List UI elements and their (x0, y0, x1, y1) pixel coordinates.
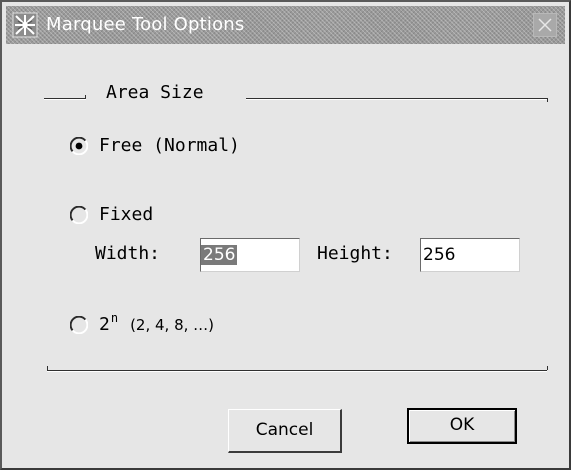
marquee-tool-icon (12, 12, 38, 38)
group-border-tick (85, 95, 86, 99)
width-input-value: 256 (201, 245, 238, 265)
group-border-tick (547, 98, 548, 102)
height-input-value: 256 (423, 245, 456, 265)
title-bar[interactable]: Marquee Tool Options (6, 6, 565, 44)
ok-button[interactable]: OK (407, 408, 517, 444)
radio-unselected-icon (70, 315, 88, 334)
group-border-tick (547, 366, 548, 370)
window-title: Marquee Tool Options (46, 14, 245, 35)
radio-power-of-two-label: 2n (2, 4, 8, …) (99, 311, 215, 335)
radio-selected-icon (70, 136, 88, 155)
radio-unselected-icon (70, 205, 88, 224)
width-label: Width: (95, 243, 161, 264)
group-border-top-left (44, 98, 86, 100)
close-icon (538, 18, 552, 32)
group-border-bottom (47, 370, 547, 372)
radio-free-normal-label: Free (Normal) (99, 135, 240, 156)
power-base: 2 (99, 314, 110, 335)
radio-power-of-two[interactable]: 2n (2, 4, 8, …) (70, 311, 215, 335)
height-input[interactable]: 256 (420, 238, 520, 272)
power-examples: (2, 4, 8, …) (130, 316, 215, 334)
close-button[interactable] (533, 13, 557, 37)
width-input[interactable]: 256 (200, 238, 300, 272)
height-label: Height: (317, 243, 393, 264)
radio-fixed[interactable]: Fixed (70, 204, 153, 225)
power-exponent: n (110, 311, 119, 325)
marquee-tool-options-dialog: Marquee Tool Options Area Size Free (Nor… (0, 0, 571, 470)
radio-free-normal[interactable]: Free (Normal) (70, 135, 240, 156)
group-title: Area Size (106, 82, 204, 103)
radio-fixed-label: Fixed (99, 204, 154, 225)
cancel-button[interactable]: Cancel (228, 409, 342, 453)
group-border-top-right (246, 98, 548, 100)
